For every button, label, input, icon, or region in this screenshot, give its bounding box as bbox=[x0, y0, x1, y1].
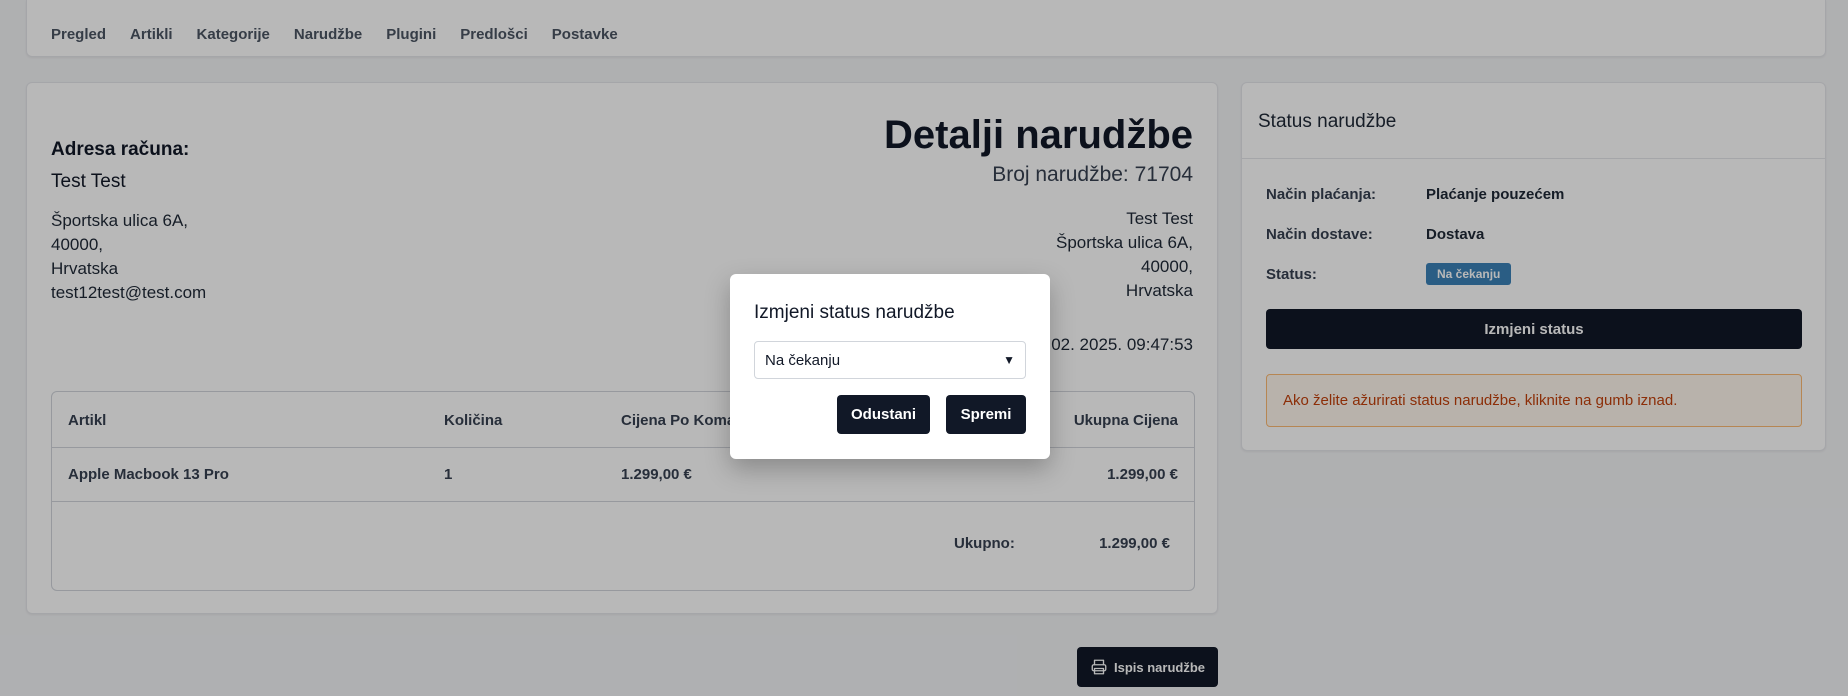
change-status-modal: Izmjeni status narudžbe Na čekanju ▼ Odu… bbox=[730, 274, 1050, 459]
page: Pregled Artikli Kategorije Narudžbe Plug… bbox=[0, 0, 1848, 696]
cancel-button[interactable]: Odustani bbox=[837, 395, 930, 434]
modal-title: Izmjeni status narudžbe bbox=[754, 302, 955, 323]
save-button[interactable]: Spremi bbox=[946, 395, 1026, 434]
status-select[interactable]: Na čekanju ▼ bbox=[754, 341, 1026, 379]
status-select-value: Na čekanju bbox=[765, 351, 841, 369]
chevron-down-icon: ▼ bbox=[1003, 353, 1015, 367]
